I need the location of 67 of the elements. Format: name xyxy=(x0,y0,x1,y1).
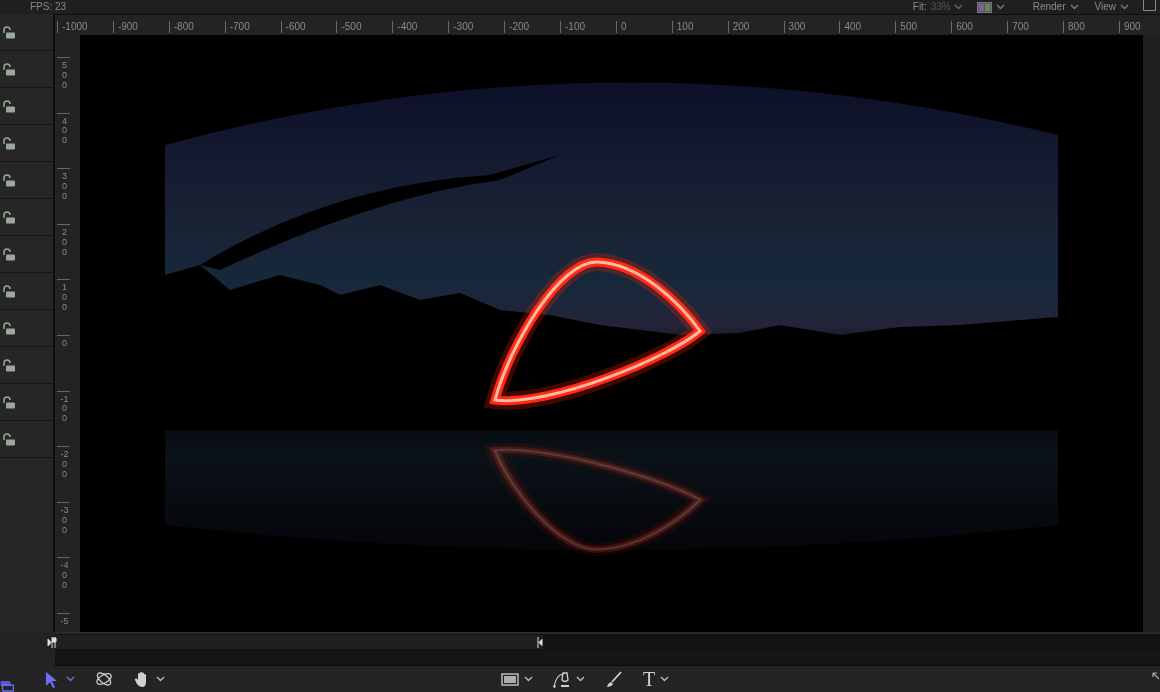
ruler-label: -600 xyxy=(285,21,306,32)
ruler-label: -1000 xyxy=(62,21,88,32)
caret-icon xyxy=(576,676,585,682)
brush-icon xyxy=(605,670,623,688)
caret-icon xyxy=(524,676,533,682)
caret-icon xyxy=(1069,4,1079,10)
unlocked-padlock-icon[interactable] xyxy=(3,432,16,446)
ruler-label: -100 xyxy=(565,21,586,32)
ruler-label: 700 xyxy=(1012,21,1029,32)
ruler-label: 200 xyxy=(732,21,750,32)
ruler-label: -200 xyxy=(509,21,530,32)
fit-label: Fit: xyxy=(912,0,927,14)
ruler-label: -900 xyxy=(117,21,138,32)
ruler-label: -500 xyxy=(341,21,362,32)
unlocked-padlock-icon[interactable] xyxy=(3,284,16,298)
glowing-loop-shape[interactable] xyxy=(486,253,709,410)
ruler-label: 0 xyxy=(620,21,627,32)
ruler-label: 0 xyxy=(61,338,68,349)
text-tool-button[interactable]: T xyxy=(640,668,673,690)
unlocked-padlock-icon[interactable] xyxy=(3,210,16,224)
view-menu[interactable]: View xyxy=(1094,0,1129,14)
ruler-label: 300 xyxy=(61,172,68,202)
ruler-label: -300 xyxy=(453,21,474,32)
ruler-label: -700 xyxy=(229,21,250,32)
unlocked-padlock-icon[interactable] xyxy=(3,247,16,261)
ruler-label: 500 xyxy=(61,61,68,91)
ruler-label: -400 xyxy=(60,561,69,591)
ruler-label: -200 xyxy=(60,450,69,480)
caret-icon xyxy=(660,676,670,682)
unlocked-padlock-icon[interactable] xyxy=(3,321,16,335)
unlocked-padlock-icon[interactable] xyxy=(3,62,16,76)
pen-curve-icon xyxy=(553,670,571,688)
fps-readout: FPS: 23 xyxy=(30,0,67,14)
caret-icon xyxy=(66,676,75,682)
caret-icon xyxy=(995,4,1005,10)
render-menu[interactable]: Render xyxy=(1032,0,1079,14)
ruler-label: 600 xyxy=(956,21,973,32)
ruler-label: 300 xyxy=(788,21,806,32)
ruler-label: -800 xyxy=(173,21,194,32)
ruler-label: 100 xyxy=(61,283,68,314)
caret-icon xyxy=(953,4,963,10)
unlocked-padlock-icon[interactable] xyxy=(3,173,16,187)
caret-icon xyxy=(156,676,165,682)
unlocked-padlock-icon[interactable] xyxy=(3,136,16,150)
ruler-label: 900 xyxy=(1123,21,1141,32)
orbit-rings-icon xyxy=(95,670,113,688)
unlocked-padlock-icon[interactable] xyxy=(3,395,16,409)
unlocked-padlock-icon[interactable] xyxy=(3,358,16,372)
ruler-label: -100 xyxy=(60,394,69,425)
ruler-label: 800 xyxy=(1068,21,1085,32)
unlocked-padlock-icon[interactable] xyxy=(3,99,16,113)
rectangle-icon xyxy=(501,670,519,688)
ruler-label: 400 xyxy=(844,21,862,32)
in-point-marker-icon[interactable] xyxy=(47,635,57,649)
layers-icon[interactable] xyxy=(0,680,14,692)
ruler-label: 400 xyxy=(61,116,68,147)
color-channels-icon[interactable] xyxy=(976,1,992,13)
ruler-label: 200 xyxy=(61,227,68,258)
out-point-marker-icon[interactable] xyxy=(537,635,543,649)
ruler-label: -400 xyxy=(397,21,418,32)
ruler-label: 100 xyxy=(676,21,694,32)
ruler-label: -300 xyxy=(60,505,69,536)
unlocked-padlock-icon[interactable] xyxy=(3,25,16,39)
ruler-label: 500 xyxy=(900,21,918,32)
caret-icon xyxy=(1120,4,1129,10)
ruler-label: -5 xyxy=(60,616,69,627)
layout-icon[interactable] xyxy=(1143,0,1156,11)
